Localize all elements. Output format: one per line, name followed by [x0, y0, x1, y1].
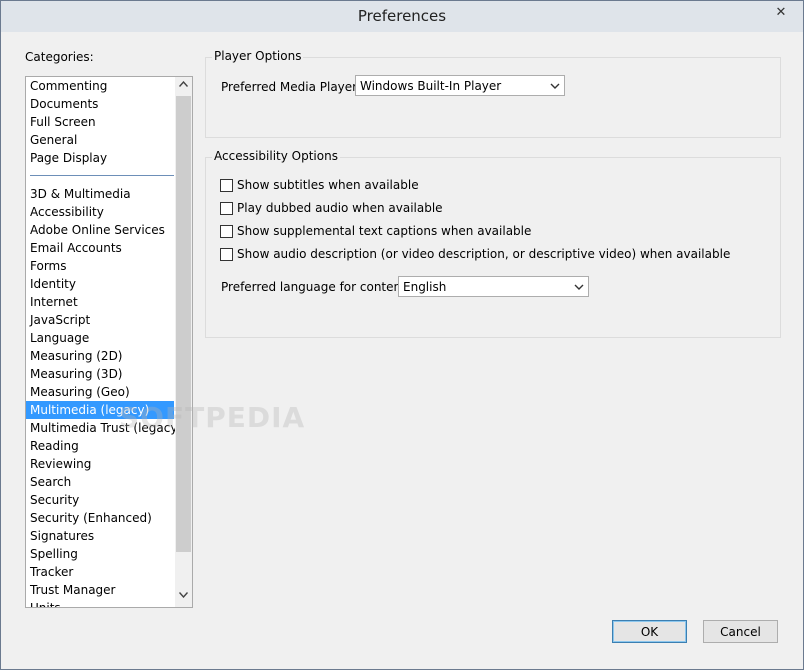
category-item[interactable]: Measuring (Geo) — [26, 383, 174, 401]
category-item[interactable]: Trust Manager — [26, 581, 174, 599]
category-separator — [26, 167, 174, 185]
window-title: Preferences — [357, 7, 447, 25]
category-item[interactable]: 3D & Multimedia — [26, 185, 174, 203]
category-item[interactable]: Accessibility — [26, 203, 174, 221]
category-item[interactable]: Multimedia (legacy) — [26, 401, 174, 419]
show-subtitles-row[interactable]: Show subtitles when available — [220, 177, 419, 193]
accessibility-options-title: Accessibility Options — [212, 149, 340, 163]
category-item[interactable]: Email Accounts — [26, 239, 174, 257]
category-item[interactable]: Page Display — [26, 149, 174, 167]
category-item[interactable]: Tracker — [26, 563, 174, 581]
preferred-media-player-value: Windows Built-In Player — [360, 79, 502, 93]
accessibility-options-group: Accessibility Options Show subtitles whe… — [205, 149, 781, 338]
category-item[interactable]: Commenting — [26, 77, 174, 95]
preferred-language-value: English — [403, 280, 447, 294]
category-item[interactable]: JavaScript — [26, 311, 174, 329]
scroll-down-icon[interactable] — [175, 588, 192, 605]
category-item[interactable]: Security — [26, 491, 174, 509]
play-dubbed-audio-checkbox[interactable] — [220, 201, 233, 215]
category-item[interactable]: Units — [26, 599, 174, 607]
category-item[interactable]: Adobe Online Services — [26, 221, 174, 239]
preferred-language-select[interactable]: English — [398, 276, 589, 297]
preferred-language-label: Preferred language for content: — [221, 280, 410, 294]
preferred-media-player-select[interactable]: Windows Built-In Player — [355, 75, 565, 96]
scroll-thumb[interactable] — [176, 96, 191, 552]
play-dubbed-audio-row[interactable]: Play dubbed audio when available — [220, 200, 443, 216]
category-item[interactable]: Signatures — [26, 527, 174, 545]
categories-label: Categories: — [25, 50, 94, 64]
supplemental-captions-row[interactable]: Show supplemental text captions when ava… — [220, 223, 531, 239]
category-item[interactable]: Spelling — [26, 545, 174, 563]
category-item[interactable]: Reviewing — [26, 455, 174, 473]
show-subtitles-checkbox[interactable] — [220, 178, 233, 192]
category-item[interactable]: Security (Enhanced) — [26, 509, 174, 527]
category-item[interactable]: Language — [26, 329, 174, 347]
player-options-title: Player Options — [212, 49, 304, 63]
audio-description-label: Show audio description (or video descrip… — [237, 247, 731, 261]
cancel-button[interactable]: Cancel — [703, 620, 778, 643]
close-icon: ✕ — [775, 4, 787, 20]
category-item[interactable]: Full Screen — [26, 113, 174, 131]
category-item[interactable]: Internet — [26, 293, 174, 311]
ok-button[interactable]: OK — [612, 620, 687, 643]
audio-description-row[interactable]: Show audio description (or video descrip… — [220, 246, 730, 262]
player-options-group: Player Options Preferred Media Player: W… — [205, 49, 781, 138]
category-item[interactable]: Measuring (3D) — [26, 365, 174, 383]
supplemental-captions-checkbox[interactable] — [220, 224, 233, 238]
supplemental-captions-label: Show supplemental text captions when ava… — [237, 224, 532, 238]
preferred-media-player-label: Preferred Media Player: — [221, 80, 361, 94]
show-subtitles-label: Show subtitles when available — [237, 178, 419, 192]
category-item[interactable]: Documents — [26, 95, 174, 113]
close-button[interactable]: ✕ — [767, 3, 795, 21]
category-item[interactable]: Measuring (2D) — [26, 347, 174, 365]
chevron-down-icon — [546, 76, 564, 95]
category-item[interactable]: General — [26, 131, 174, 149]
audio-description-checkbox[interactable] — [220, 247, 233, 261]
categories-list[interactable]: Commenting Documents Full Screen General Pag… — [25, 76, 193, 608]
category-item[interactable]: Reading — [26, 437, 174, 455]
categories-items: Commenting Documents Full Screen General Pag… — [26, 77, 182, 607]
scroll-up-icon[interactable] — [175, 77, 192, 94]
category-item[interactable]: Identity — [26, 275, 174, 293]
category-item[interactable]: Multimedia Trust (legacy) — [26, 419, 182, 437]
category-item[interactable]: Search — [26, 473, 174, 491]
chevron-down-icon — [570, 277, 588, 296]
play-dubbed-audio-label: Play dubbed audio when available — [237, 201, 443, 215]
title-bar[interactable]: Preferences ✕ — [1, 1, 803, 32]
categories-scrollbar[interactable] — [175, 77, 192, 607]
dialog-body: Categories: Commenting Documents Full Scre… — [7, 33, 797, 663]
category-item[interactable]: Forms — [26, 257, 174, 275]
preferences-dialog: Preferences ✕ Categories: Commenting Docu… — [0, 0, 804, 670]
